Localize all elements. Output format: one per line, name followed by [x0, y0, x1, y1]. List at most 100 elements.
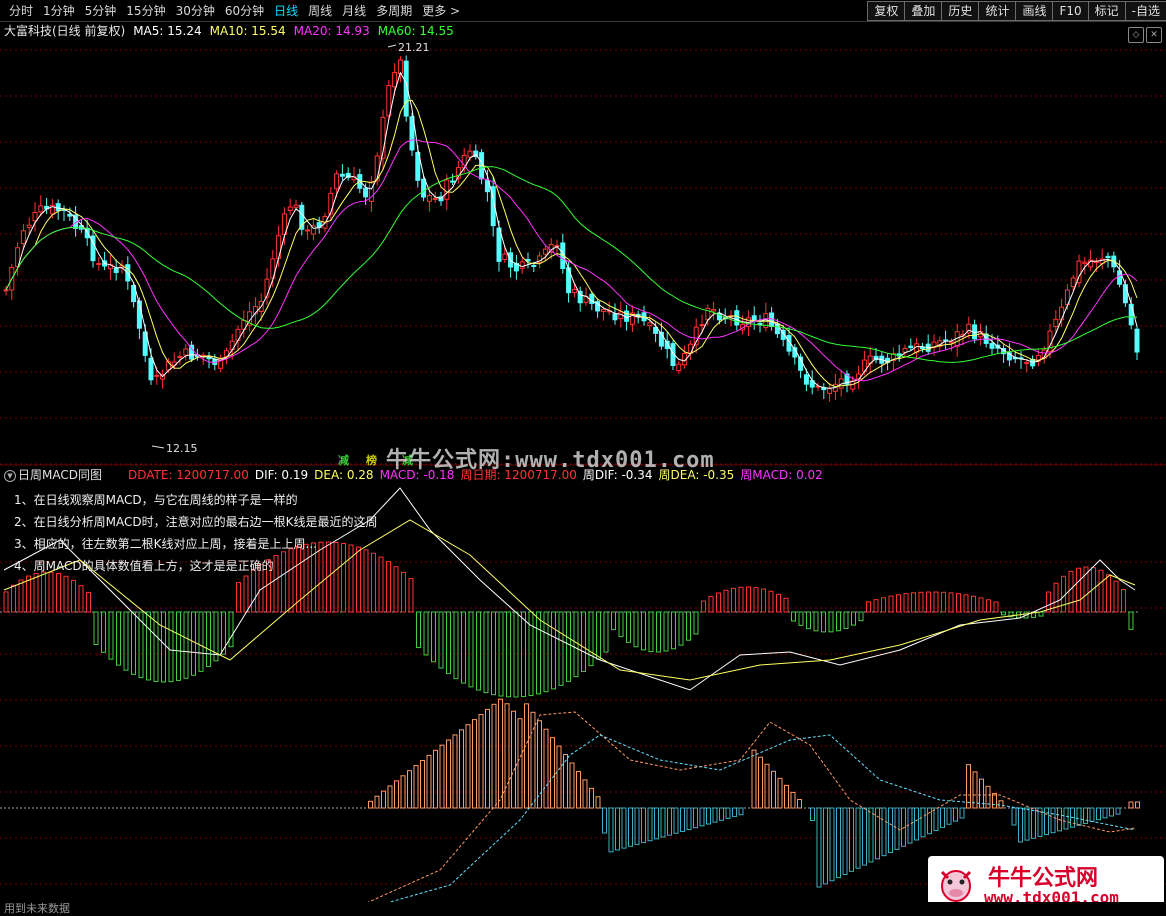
candle-body — [919, 347, 925, 350]
macd-bar — [416, 611, 421, 649]
week-macd-bar — [641, 807, 646, 844]
candle-body — [32, 211, 38, 222]
week-macd-bar — [589, 787, 594, 809]
macd-bar — [798, 611, 804, 626]
week-macd-bar — [725, 807, 731, 819]
candle-body — [1059, 306, 1065, 321]
macd-bar — [108, 611, 114, 660]
macd-bar — [356, 546, 361, 613]
candle-body — [3, 289, 9, 292]
candle-body — [392, 72, 398, 88]
ma-line — [5, 71, 1138, 389]
macd-bar — [1068, 570, 1074, 613]
week-macd-bar — [569, 762, 575, 809]
week-macd-bar — [946, 807, 952, 825]
macd-bar — [731, 587, 736, 613]
week-date-value: 周日期: 1200717.00 — [460, 468, 577, 482]
macd-bar — [86, 591, 91, 613]
chevron-down-icon[interactable]: ▼ — [4, 469, 16, 482]
candle-body — [612, 313, 618, 321]
candle-body — [96, 263, 102, 266]
macd-bar — [888, 595, 894, 613]
week-macd-bar — [1135, 801, 1140, 809]
macd-bar — [858, 611, 864, 622]
macd-bar — [671, 611, 676, 650]
macd-bar — [438, 611, 444, 669]
candle-body — [571, 288, 577, 294]
ddate-value: DDATE: 1200717.00 — [127, 468, 249, 482]
week-macd-bar — [543, 728, 549, 809]
ma-line — [5, 139, 1138, 382]
macd-bar — [851, 611, 856, 626]
macd-bar — [33, 572, 39, 613]
macd-bar — [206, 611, 211, 668]
macd-bar — [873, 599, 879, 613]
macd-bar — [3, 591, 9, 613]
macd-bar — [971, 595, 976, 613]
week-macd-bar — [784, 784, 789, 809]
candle-body — [183, 348, 189, 356]
macd-bar — [881, 597, 886, 613]
week-macd-bar — [563, 754, 568, 809]
macd-bar — [866, 601, 871, 613]
high-price-label: 21.21 — [398, 41, 430, 54]
macd-bar — [333, 541, 339, 613]
macd-bar — [318, 541, 324, 613]
week-macd-bar — [413, 765, 419, 809]
macd-bar — [993, 601, 999, 613]
macd-bar — [956, 593, 961, 613]
candle-body — [426, 195, 432, 202]
macd-bar — [18, 579, 24, 613]
macd-bar — [461, 611, 466, 684]
macd-bar — [716, 592, 721, 613]
week-macd-bar — [420, 759, 425, 809]
macd-bar — [603, 611, 609, 653]
indicator-title[interactable]: ▼ 日周MACD同图 — [4, 467, 102, 483]
macd-bar — [198, 611, 204, 672]
macd-bar — [918, 591, 924, 613]
macd-bar — [506, 611, 511, 698]
candle-body — [803, 374, 809, 385]
macd-bar — [228, 611, 234, 648]
week-macd-bar — [706, 807, 711, 825]
macd-value: MACD: -0.18 — [379, 468, 455, 482]
macd-bar — [828, 611, 834, 633]
candle-body — [1070, 277, 1076, 288]
candle-body — [293, 204, 299, 208]
week-macd-bar — [823, 807, 828, 885]
macd-bar — [123, 611, 129, 671]
candle-body — [1024, 362, 1030, 365]
week-macd-bar — [576, 770, 581, 809]
macd-bar — [648, 611, 654, 653]
week-macd-bar — [439, 744, 445, 809]
macd-bar — [146, 611, 151, 681]
macd-bar — [273, 554, 279, 613]
macd-bar — [1076, 567, 1081, 613]
candle-body — [989, 342, 995, 349]
week-macd-bar — [556, 745, 562, 809]
candle-body — [519, 261, 525, 269]
macd-bar — [941, 591, 946, 613]
macd-bar — [371, 552, 376, 613]
week-macd-bar — [816, 807, 822, 888]
week-macd-bar — [368, 800, 373, 809]
week-macd-bar — [699, 807, 705, 827]
cow-icon — [940, 870, 972, 902]
macd-bar — [476, 611, 481, 691]
macd-bar — [288, 548, 294, 613]
macd-bar — [986, 599, 991, 613]
macd-bar — [26, 575, 31, 613]
week-macd-bar — [1044, 807, 1049, 836]
macd-bar — [768, 590, 774, 613]
week-macd-bar — [654, 807, 659, 840]
candle-body — [154, 374, 160, 377]
note-line: 2、在日线分析周MACD时，注意对应的最右边一根K线是最近的这周 — [14, 515, 378, 529]
week-macd-bar — [1109, 807, 1114, 817]
week-macd-bar — [1018, 807, 1023, 843]
candle-body — [26, 224, 32, 228]
candle-body — [676, 363, 682, 371]
macd-bar — [618, 611, 624, 638]
macd-bar — [378, 556, 384, 613]
candle-body — [276, 235, 282, 259]
macd-bar — [348, 544, 354, 613]
